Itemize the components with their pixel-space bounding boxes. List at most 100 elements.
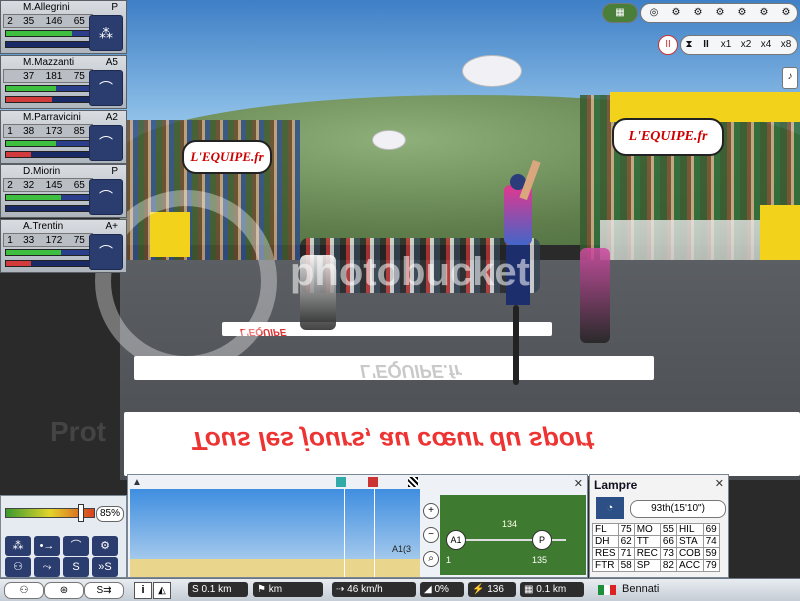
map-view-button[interactable]: ▦ [602,3,638,23]
info-icon[interactable]: i [134,582,152,599]
speed-readout: ⇢ 46 km/h [332,582,416,597]
rider-panel[interactable]: M.Allegrini P 2 35 146 65 ⁂ [0,0,127,54]
group-start-label: 1 [446,555,452,565]
blimp-small [372,130,406,150]
close-icon[interactable]: ✕ [715,477,724,490]
stat-value: 79 [702,559,720,572]
stage-profile-panel: A1(3 ▲ + − ⌕ A1 134 P 1 135 ✕ [127,474,588,578]
remaining-readout: ▦ 0.1 km [520,582,584,597]
time-flag-icon [368,477,378,487]
rider-energy-bar [5,85,91,92]
stat-label: FL [592,523,619,536]
speed-value: 46 km/h [347,584,383,595]
rider-role: P [111,166,118,177]
remaining-value: 0.1 km [536,584,567,595]
speed-x1-button[interactable]: x1 [716,36,736,54]
rider-action-icon[interactable]: ⌒ [89,125,123,161]
sprint-icon[interactable]: S⇉ [84,582,124,599]
rider-stat-1: 37 [23,70,35,82]
camera-icon[interactable]: ◎ [644,4,664,22]
follow-button[interactable]: ⤳ [34,557,60,577]
power-readout: ⚡ 136 [468,582,516,597]
attack-button[interactable]: ⁂ [5,536,31,556]
rider-panel[interactable]: M.Mazzanti A5 37 181 75 ⌒ [0,55,127,109]
team-panel: Lampre ✕ ◔ 93th(15'10") FL 75 MO 55 HIL 69 DH 6… [589,474,729,578]
rider-role: A2 [105,112,118,123]
rider-energy-bar [5,194,91,201]
rider-panel[interactable]: M.Parravicini A2 1 38 173 85 ⌒ [0,110,127,164]
rider-panel[interactable]: D.Miorin P 2 32 145 65 ⌒ [0,164,127,218]
wheel-icon[interactable]: ⊛ [44,582,84,599]
power-icon: ⚡ [472,584,488,595]
close-icon[interactable]: ✕ [574,477,583,490]
energy-percent: 85% [96,506,124,522]
rider-stat-2: 173 [45,125,63,137]
rider-effort-bar [5,41,91,48]
team-stats-table: FL 75 MO 55 HIL 69 DH 62 TT 66 STA 74 RES 71 REC 73 COB 5… [592,523,720,572]
stat-label: ACC [675,559,704,572]
group-mid-label: 134 [502,519,518,529]
group-p-marker[interactable]: P [532,530,552,550]
profile-icon[interactable]: ◭ [153,582,171,599]
stat-label: STA [675,535,704,548]
power-value: 136 [487,584,504,595]
relay-button[interactable]: ⚙ [92,536,118,556]
sprint-flag-icon [336,477,346,487]
team-result: 93th(15'10") [630,500,726,518]
rider-stats: 2 35 146 65 [3,14,93,28]
blimp [462,55,522,87]
riders-icon[interactable]: ⚇ [4,582,44,599]
rider-name: D.Miorin [23,166,61,177]
rider-position: 2 [7,179,13,191]
speed-x4-button[interactable]: x4 [756,36,776,54]
rider-action-icon[interactable]: ⌒ [89,234,123,270]
group-view: A1 134 P 1 135 [440,495,586,575]
zoom-reset-icon[interactable]: ⌕ [423,551,439,567]
road-text: Tous les jours, au cœur du sport [190,426,594,456]
pace-button[interactable]: •→ [34,536,60,556]
camera-icon[interactable]: ⚙ [666,4,686,22]
stat-label: DH [592,535,619,548]
group-button[interactable]: ⚇ [5,557,31,577]
sprint-button[interactable]: S [63,557,89,577]
rider-energy-bar [5,140,91,147]
pause-speed-button[interactable]: II [697,36,715,54]
rider-effort-bar [5,260,91,267]
profile-chart[interactable]: A1(3 [130,489,420,577]
stat-value: 69 [702,523,720,536]
rider-name: A.Trentin [23,221,64,232]
stat-label: RES [592,547,619,560]
rider-stats: 2 32 145 65 [3,178,93,192]
stat-label: FTR [592,559,619,572]
team-stats-row: RES 71 REC 73 COB 59 [592,547,720,560]
camera-icon[interactable]: ⚙ [732,4,752,22]
hourglass-icon: ⧗ [685,39,693,50]
rider-effort-bar [5,151,91,158]
rider-action-icon[interactable]: ⁂ [89,15,123,51]
camera-icon[interactable]: ⚙ [688,4,708,22]
pause-button[interactable]: II [658,35,678,55]
music-icon[interactable]: ♪ [782,67,798,89]
profile-sub-label: A1(3 [392,544,412,554]
energy-slider-handle[interactable] [77,504,84,522]
rider-position: 1 [7,125,13,137]
rider-action-icon[interactable]: ⌒ [89,70,123,106]
camera-icon[interactable]: ⚙ [776,4,796,22]
rider-action-icon[interactable]: ⌒ [89,179,123,215]
speed-x2-button[interactable]: x2 [736,36,756,54]
climb-button[interactable]: ⌒ [63,536,89,556]
yellow-board-side [760,205,800,265]
zoom-out-icon[interactable]: − [423,527,439,543]
speed-x8-button[interactable]: x8 [776,36,796,54]
zoom-in-icon[interactable]: + [423,503,439,519]
rider-stat-2: 145 [45,179,63,191]
camera-icon[interactable]: ⚙ [710,4,730,22]
speed-icon: ⇢ [336,584,348,595]
camera-icon[interactable]: ⚙ [754,4,774,22]
finish-flag-small-icon: ▦ [524,584,537,595]
rider-effort-bar [5,96,91,103]
group-a1-marker[interactable]: A1 [446,530,466,550]
stat-value: 66 [659,535,677,548]
rider-panel[interactable]: A.Trentin A+ 1 33 172 75 ⌒ [0,219,127,273]
sprint-lead-button[interactable]: »S [92,557,118,577]
